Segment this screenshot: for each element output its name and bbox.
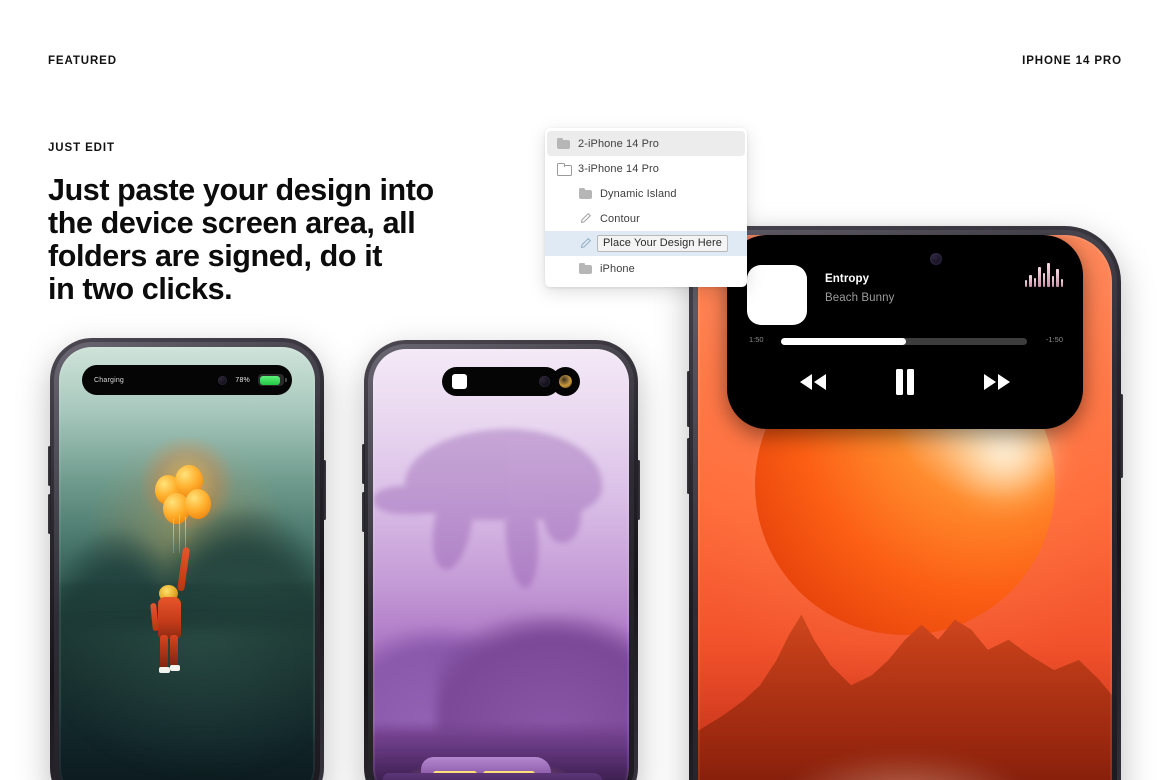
folder-filled-icon xyxy=(557,137,571,150)
battery-percent-label: 78% xyxy=(235,376,250,384)
layer-label: 2-iPhone 14 Pro xyxy=(578,137,659,150)
headline-line-4: in two clicks. xyxy=(48,271,233,306)
hill-right xyxy=(437,614,629,735)
layer-row[interactable]: Dynamic Island xyxy=(545,181,747,206)
phone-screen[interactable]: Charging 78% xyxy=(59,347,315,780)
astronaut-torso xyxy=(158,597,181,639)
rewind-icon xyxy=(800,374,826,390)
hand-finger xyxy=(373,485,443,515)
fast-forward-button[interactable] xyxy=(977,368,1017,396)
volume-button-up[interactable] xyxy=(48,446,51,486)
hero-kicker: JUST EDIT xyxy=(48,142,115,154)
phone-screen[interactable] xyxy=(373,349,629,780)
front-camera-icon xyxy=(539,376,550,387)
volume-button-down[interactable] xyxy=(362,492,365,532)
battery-group: 78% xyxy=(218,374,287,386)
headline-line-2: the device screen area, all xyxy=(48,205,416,240)
layer-label: Dynamic Island xyxy=(600,187,677,200)
layers-panel[interactable]: 2-iPhone 14 Pro 3-iPhone 14 Pro Dynamic … xyxy=(545,128,747,287)
iphone-left[interactable]: Charging 78% xyxy=(48,338,326,780)
iphone-right[interactable]: Entropy Beach Bunny 1:50 -1:50 xyxy=(687,226,1123,780)
giant-hand-silhouette xyxy=(373,421,629,611)
front-camera-icon xyxy=(930,253,942,265)
progress-slider[interactable] xyxy=(781,338,1027,345)
playback-controls xyxy=(727,360,1083,404)
mountain-haze xyxy=(772,751,1038,780)
volume-button-up[interactable] xyxy=(362,444,365,484)
layer-row-place-your-design-here[interactable]: Place Your Design Here xyxy=(545,231,747,256)
featured-label: FEATURED xyxy=(48,55,117,67)
charging-status-label: Charging xyxy=(94,376,125,384)
folder-open-icon xyxy=(557,162,572,176)
astronaut-leg xyxy=(170,635,178,667)
pause-icon xyxy=(896,369,914,395)
astronaut-boot xyxy=(170,665,180,671)
power-button[interactable] xyxy=(323,460,326,520)
device-name-label: IPHONE 14 PRO xyxy=(1022,55,1122,67)
front-camera-icon xyxy=(218,375,228,385)
purple-hand-car-wallpaper xyxy=(373,349,629,780)
track-title: Entropy xyxy=(825,273,870,285)
volume-buttons[interactable] xyxy=(687,371,690,427)
power-button[interactable] xyxy=(1120,394,1123,478)
mountain-range xyxy=(698,584,1112,780)
hero-headline: Just paste your design into the device s… xyxy=(48,174,518,306)
pen-icon xyxy=(579,212,593,225)
battery-fill xyxy=(259,375,280,385)
headline-line-3: folders are signed, do it xyxy=(48,238,383,273)
album-artwork xyxy=(747,265,807,325)
elapsed-time: 1:50 xyxy=(749,335,764,344)
folder-filled-icon xyxy=(579,262,593,275)
dynamic-island[interactable] xyxy=(442,367,560,396)
power-button[interactable] xyxy=(637,460,640,520)
music-player-widget[interactable]: Entropy Beach Bunny 1:50 -1:50 xyxy=(727,235,1083,429)
hand-finger xyxy=(503,511,542,590)
progress-fill xyxy=(781,338,907,345)
astronaut-leg xyxy=(160,635,168,669)
layer-rename-input[interactable]: Place Your Design Here xyxy=(597,235,728,252)
remaining-time: -1:50 xyxy=(1045,335,1063,344)
headline-line-1: Just paste your design into xyxy=(48,173,434,207)
top-bar: FEATURED IPHONE 14 PRO xyxy=(0,55,1170,75)
audio-waveform-icon xyxy=(1024,263,1063,287)
layer-row[interactable]: Contour xyxy=(545,206,747,231)
dynamic-island-secondary[interactable] xyxy=(551,367,580,396)
white-square-icon xyxy=(452,374,467,389)
iphone-middle[interactable] xyxy=(362,340,640,780)
balloon xyxy=(185,489,211,519)
folder-filled-icon xyxy=(579,187,593,200)
astronaut-arm xyxy=(177,546,191,592)
astronaut-boot xyxy=(159,667,170,673)
track-artist: Beach Bunny xyxy=(825,292,895,304)
car-body xyxy=(383,773,603,780)
layer-row[interactable]: 2-iPhone 14 Pro xyxy=(547,131,745,156)
volume-button-down[interactable] xyxy=(687,438,690,494)
layer-label: 3-iPhone 14 Pro xyxy=(578,162,659,175)
car-silhouette xyxy=(383,737,603,780)
volume-button-down[interactable] xyxy=(48,494,51,534)
astronaut-figure xyxy=(147,546,217,677)
layer-row[interactable]: 3-iPhone 14 Pro xyxy=(545,156,747,181)
page-root: FEATURED IPHONE 14 PRO JUST EDIT Just pa… xyxy=(0,0,1170,780)
layer-label: Contour xyxy=(600,212,640,225)
pause-button[interactable] xyxy=(885,368,925,396)
battery-icon xyxy=(258,374,287,386)
face-id-icon xyxy=(559,375,572,388)
hand-finger xyxy=(543,501,582,543)
layer-row[interactable]: iPhone xyxy=(545,256,747,281)
layer-label: iPhone xyxy=(600,262,635,275)
pen-icon xyxy=(579,237,593,250)
rewind-button[interactable] xyxy=(793,368,833,396)
dynamic-island[interactable]: Charging 78% xyxy=(82,365,292,395)
hero-text-block: JUST EDIT Just paste your design into th… xyxy=(48,142,518,306)
fast-forward-icon xyxy=(984,374,1010,390)
astronaut-balloons-wallpaper xyxy=(59,347,315,780)
